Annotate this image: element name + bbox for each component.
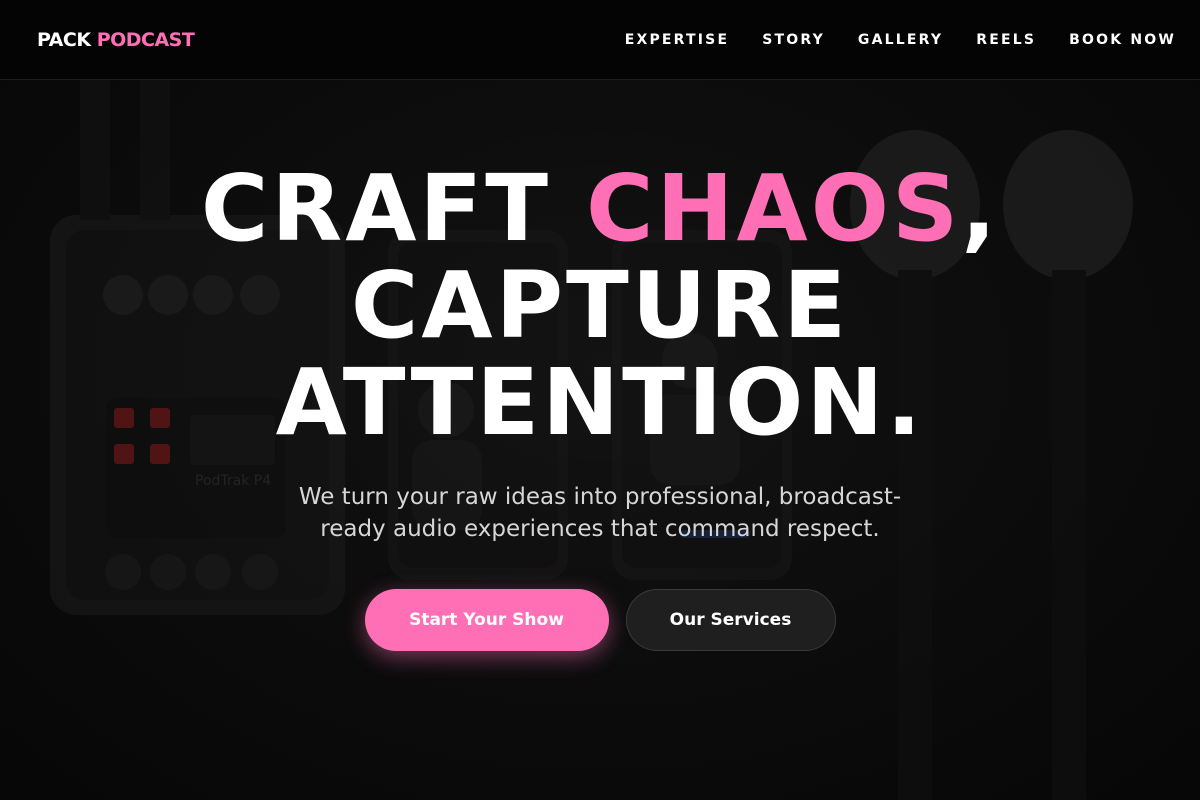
nav-link-expertise[interactable]: EXPERTISE [625, 32, 730, 48]
our-services-button[interactable]: Our Services [625, 589, 836, 651]
brand-name: PACK [37, 28, 91, 51]
nav-link-book-now[interactable]: BOOK NOW [1069, 32, 1176, 48]
main-nav: EXPERTISE STORY GALLERY REELS BOOK NOW [625, 32, 1176, 48]
headline-part2: , [961, 155, 1000, 262]
brand-logo[interactable]: PACK PODCAST [37, 28, 195, 51]
headline-part1: CRAFT [200, 155, 587, 262]
nav-link-gallery[interactable]: GALLERY [858, 32, 943, 48]
headline-highlight: CHAOS [586, 155, 962, 262]
headline-line2: CAPTURE [350, 252, 850, 359]
headline-line3: ATTENTION. [275, 349, 925, 456]
hero-content: CRAFT CHAOS, CAPTURE ATTENTION. We turn … [0, 160, 1200, 651]
hero-subtitle: We turn your raw ideas into professional… [298, 484, 902, 542]
top-navbar: PACK PODCAST EXPERTISE STORY GALLERY REE… [0, 0, 1200, 80]
hero-cta-group: Start Your Show Our Services [0, 589, 1200, 651]
start-your-show-button[interactable]: Start Your Show [364, 589, 609, 651]
hero-headline: CRAFT CHAOS, CAPTURE ATTENTION. [0, 160, 1200, 451]
nav-link-reels[interactable]: REELS [976, 32, 1036, 48]
nav-link-story[interactable]: STORY [762, 32, 825, 48]
brand-accent: PODCAST [96, 28, 195, 51]
